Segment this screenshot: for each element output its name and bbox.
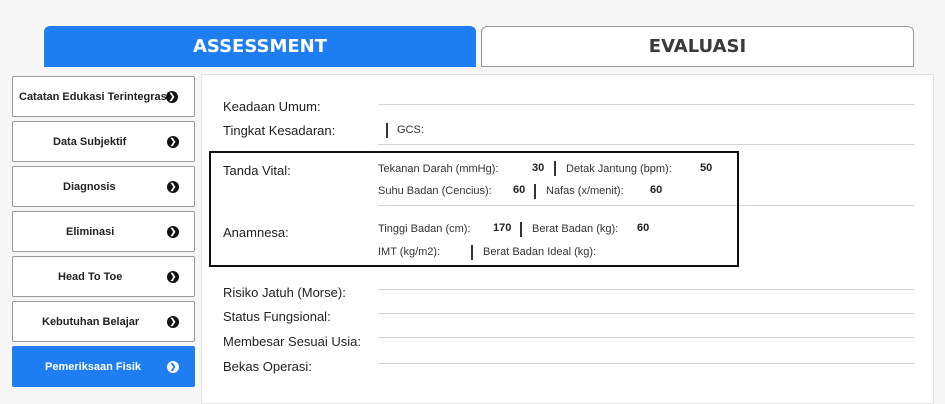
risiko-jatuh-label: Risiko Jatuh (Morse):	[223, 285, 346, 300]
risiko-jatuh-field[interactable]	[378, 289, 914, 290]
sidebar-item-label: Pemeriksaan Fisik	[45, 360, 142, 373]
chevron-right-circle-icon: ❯	[167, 360, 179, 373]
sidebar-item-catatan-edukasi[interactable]: Catatan Edukasi Terintegrasi ❯	[12, 76, 195, 117]
membesar-sesuai-usia-label: Membesar Sesuai Usia:	[223, 334, 361, 349]
status-fungsional-label: Status Fungsional:	[223, 309, 331, 324]
tingkat-kesadaran-label: Tingkat Kesadaran:	[223, 123, 336, 138]
sidebar-item-label: Data Subjektif	[53, 135, 127, 148]
tingkat-kesadaran-field[interactable]	[378, 144, 914, 145]
keadaan-umum-label: Keadaan Umum:	[223, 99, 321, 114]
sidebar-item-label: Catatan Edukasi Terintegrasi	[19, 90, 170, 103]
keadaan-umum-field[interactable]	[378, 104, 914, 105]
chevron-right-circle-icon: ❯	[167, 315, 179, 328]
sidebar-item-kebutuhan-belajar[interactable]: Kebutuhan Belajar ❯	[12, 301, 195, 342]
chevron-right-circle-icon: ❯	[167, 135, 179, 148]
tab-assessment[interactable]: ASSESSMENT	[44, 26, 476, 67]
sidebar-item-data-subjektif[interactable]: Data Subjektif ❯	[12, 121, 195, 162]
vital-signs-highlight-box	[209, 151, 739, 267]
tab-evaluasi[interactable]: EVALUASI	[481, 26, 914, 67]
chevron-right-circle-icon: ❯	[167, 180, 179, 193]
sidebar-item-eliminasi[interactable]: Eliminasi ❯	[12, 211, 195, 252]
sidebar-item-label: Head To Toe	[58, 270, 123, 283]
chevron-right-circle-icon: ❯	[167, 225, 179, 238]
sidebar-item-label: Diagnosis	[63, 180, 116, 193]
bekas-operasi-field[interactable]	[378, 363, 914, 364]
membesar-sesuai-usia-field[interactable]	[378, 337, 914, 338]
status-fungsional-field[interactable]	[378, 313, 914, 314]
sidebar-item-pemeriksaan-fisik[interactable]: Pemeriksaan Fisik ❯	[12, 346, 195, 387]
bekas-operasi-label: Bekas Operasi:	[223, 359, 312, 374]
sidebar-item-label: Eliminasi	[66, 225, 115, 238]
gcs-label: GCS:	[397, 124, 424, 136]
sidebar-item-diagnosis[interactable]: Diagnosis ❯	[12, 166, 195, 207]
chevron-right-circle-icon: ❯	[166, 90, 178, 103]
sidebar-item-head-to-toe[interactable]: Head To Toe ❯	[12, 256, 195, 297]
sidebar-item-label: Kebutuhan Belajar	[42, 315, 140, 328]
chevron-right-circle-icon: ❯	[167, 270, 179, 283]
separator	[386, 123, 388, 138]
